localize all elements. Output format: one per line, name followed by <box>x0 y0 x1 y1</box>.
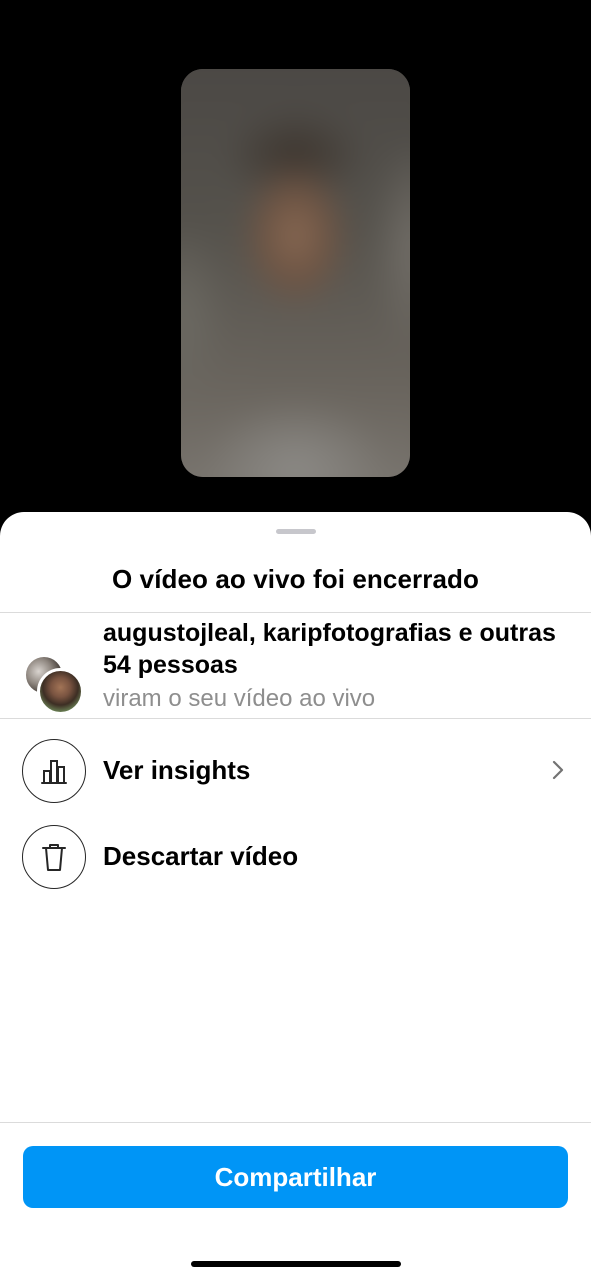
blurred-video-frame <box>181 69 410 477</box>
viewer-avatar-2 <box>37 668 84 715</box>
sheet-title: O vídeo ao vivo foi encerrado <box>111 564 479 594</box>
sheet-grabber-handle[interactable] <box>276 529 316 534</box>
trash-icon <box>22 825 86 889</box>
bottom-divider <box>0 1122 591 1123</box>
discard-video-row[interactable]: Descartar vídeo <box>0 821 591 893</box>
viewers-summary[interactable]: augustojleal, karipfotografias e outras … <box>0 613 591 718</box>
share-button[interactable]: Compartilhar <box>23 1146 568 1208</box>
bottom-sheet: O vídeo ao vivo foi encerrado augustojle… <box>0 512 591 1280</box>
viewers-names: augustojleal, karipfotografias e outras … <box>103 619 556 679</box>
viewers-subtitle: viram o seu vídeo ao vivo <box>103 685 376 712</box>
live-ended-screen: O vídeo ao vivo foi encerrado augustojle… <box>0 0 591 1280</box>
discard-video-label: Descartar vídeo <box>103 841 299 871</box>
view-insights-row[interactable]: Ver insights <box>0 735 591 807</box>
home-indicator[interactable] <box>191 1261 401 1267</box>
chevron-right-icon <box>551 759 565 786</box>
video-preview-thumbnail <box>181 69 410 477</box>
view-insights-label: Ver insights <box>103 755 251 785</box>
viewers-divider <box>0 718 591 719</box>
bar-chart-icon <box>22 739 86 803</box>
